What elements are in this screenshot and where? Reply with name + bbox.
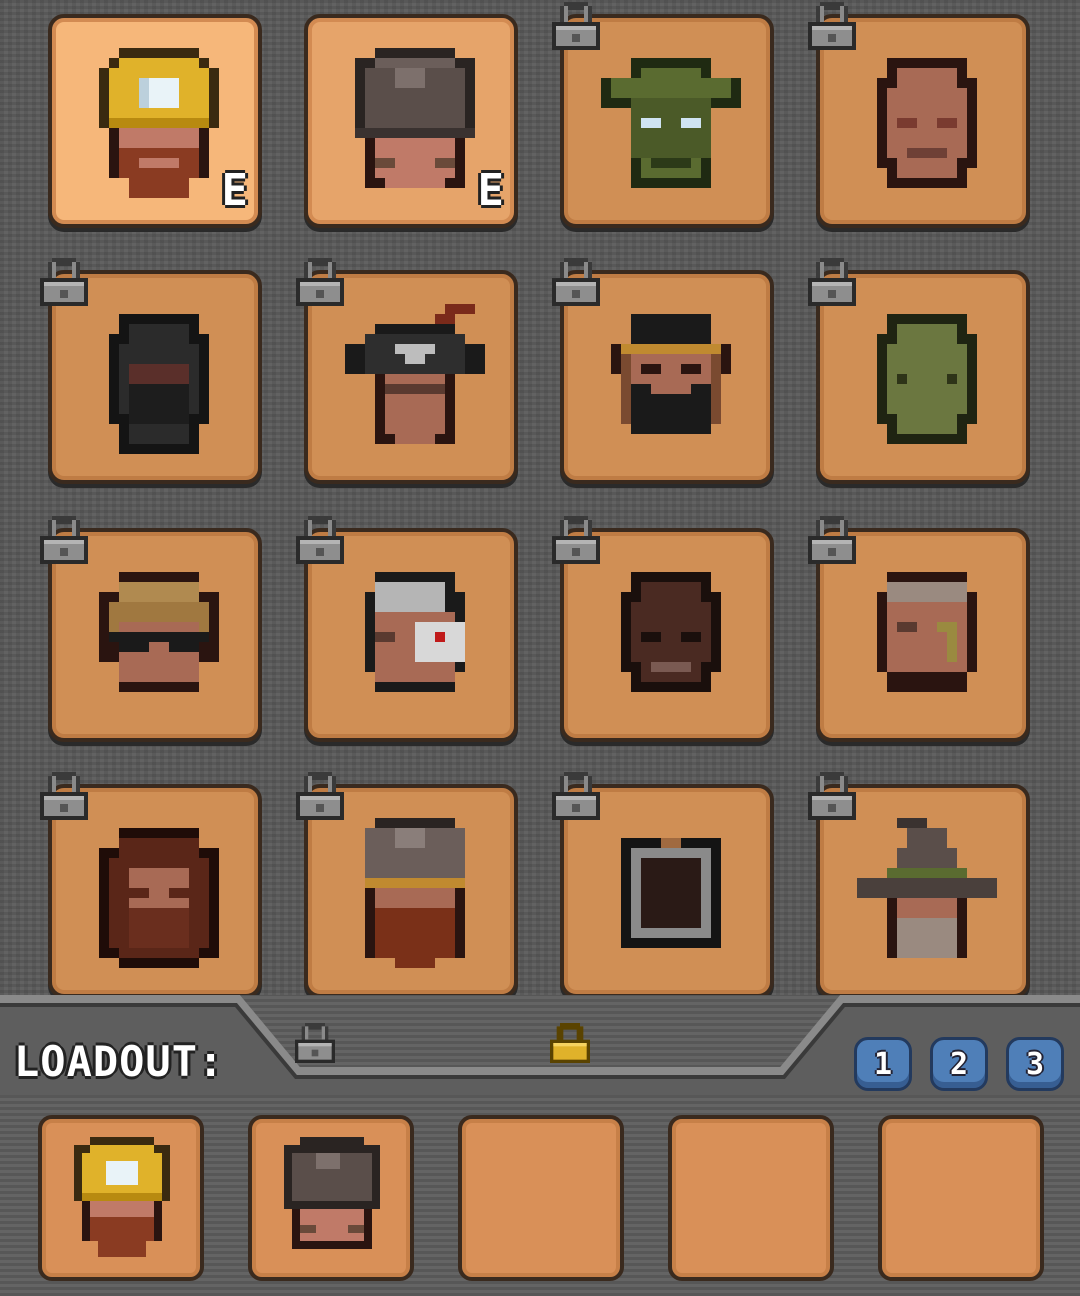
character-slot-scarred-man[interactable] <box>816 528 1030 742</box>
character-slot-cyborg[interactable] <box>304 528 518 742</box>
padlock-icon <box>296 772 344 820</box>
miner-portrait <box>99 48 219 198</box>
character-slot-goblin[interactable] <box>560 14 774 228</box>
padlock-icon <box>552 2 600 50</box>
bandana-bearded-portrait <box>611 314 731 434</box>
padlock-icon <box>40 516 88 564</box>
character-slot-viking[interactable] <box>304 784 518 998</box>
padlock-icon <box>296 258 344 306</box>
character-slot-green-blob[interactable] <box>816 270 1030 484</box>
dark-skin-man-portrait <box>621 572 721 692</box>
character-slot-miner[interactable]: E <box>48 14 262 228</box>
character-slot-pirate[interactable] <box>304 270 518 484</box>
bald-man-portrait <box>877 58 977 188</box>
miner-portrait <box>74 1137 170 1257</box>
equipped-badge: E <box>477 165 505 216</box>
loadout-label: LOADOUT: <box>14 1037 225 1086</box>
viking-portrait <box>365 818 465 968</box>
sunglasses-guy-portrait <box>99 572 219 692</box>
hooded-ninja-portrait <box>109 314 209 454</box>
padlock-icon <box>40 258 88 306</box>
padlock-icon <box>40 772 88 820</box>
character-grid: E E <box>0 0 1080 1010</box>
padlock-icon <box>808 772 856 820</box>
wizard-portrait <box>857 818 997 958</box>
padlock-icon <box>808 516 856 564</box>
loadout-preset-1-button[interactable]: 1 <box>854 1037 912 1091</box>
green-blob-portrait <box>877 314 977 444</box>
loadout-slot-4[interactable] <box>668 1115 834 1281</box>
equipped-badge: E <box>221 165 249 216</box>
padlock-icon <box>295 1023 335 1063</box>
diver-helmet-portrait <box>621 838 721 948</box>
loadout-preset-3-button[interactable]: 3 <box>1006 1037 1064 1091</box>
padlock-icon <box>552 772 600 820</box>
character-slot-sunglasses-guy[interactable] <box>48 528 262 742</box>
padlock-icon <box>808 2 856 50</box>
loadout-slot-3[interactable] <box>458 1115 624 1281</box>
character-slot-dark-skin-man[interactable] <box>560 528 774 742</box>
loadout-slot-1[interactable] <box>38 1115 204 1281</box>
character-slot-long-hair-bearded[interactable] <box>48 784 262 998</box>
padlock-icon <box>552 258 600 306</box>
loadout-slot-2[interactable] <box>248 1115 414 1281</box>
helmet-soldier-portrait <box>284 1137 380 1249</box>
loadout-preset-2-button[interactable]: 2 <box>930 1037 988 1091</box>
loadout-panel: LOADOUT: 1 2 3 <box>0 995 1080 1296</box>
character-slot-bandana-bearded[interactable] <box>560 270 774 484</box>
long-hair-bearded-portrait <box>99 828 219 968</box>
padlock-icon <box>808 258 856 306</box>
character-slot-hooded-ninja[interactable] <box>48 270 262 484</box>
character-slot-helmet-soldier[interactable]: E <box>304 14 518 228</box>
character-slot-wizard[interactable] <box>816 784 1030 998</box>
padlock-icon <box>552 516 600 564</box>
cyborg-portrait <box>365 572 465 692</box>
open-padlock-icon <box>550 1023 590 1063</box>
pirate-portrait <box>345 304 485 444</box>
character-slot-diver-helmet[interactable] <box>560 784 774 998</box>
helmet-soldier-portrait <box>355 48 475 188</box>
scarred-man-portrait <box>877 572 977 692</box>
goblin-portrait <box>601 58 741 188</box>
character-slot-bald-man[interactable] <box>816 14 1030 228</box>
padlock-icon <box>296 516 344 564</box>
loadout-slot-5[interactable] <box>878 1115 1044 1281</box>
